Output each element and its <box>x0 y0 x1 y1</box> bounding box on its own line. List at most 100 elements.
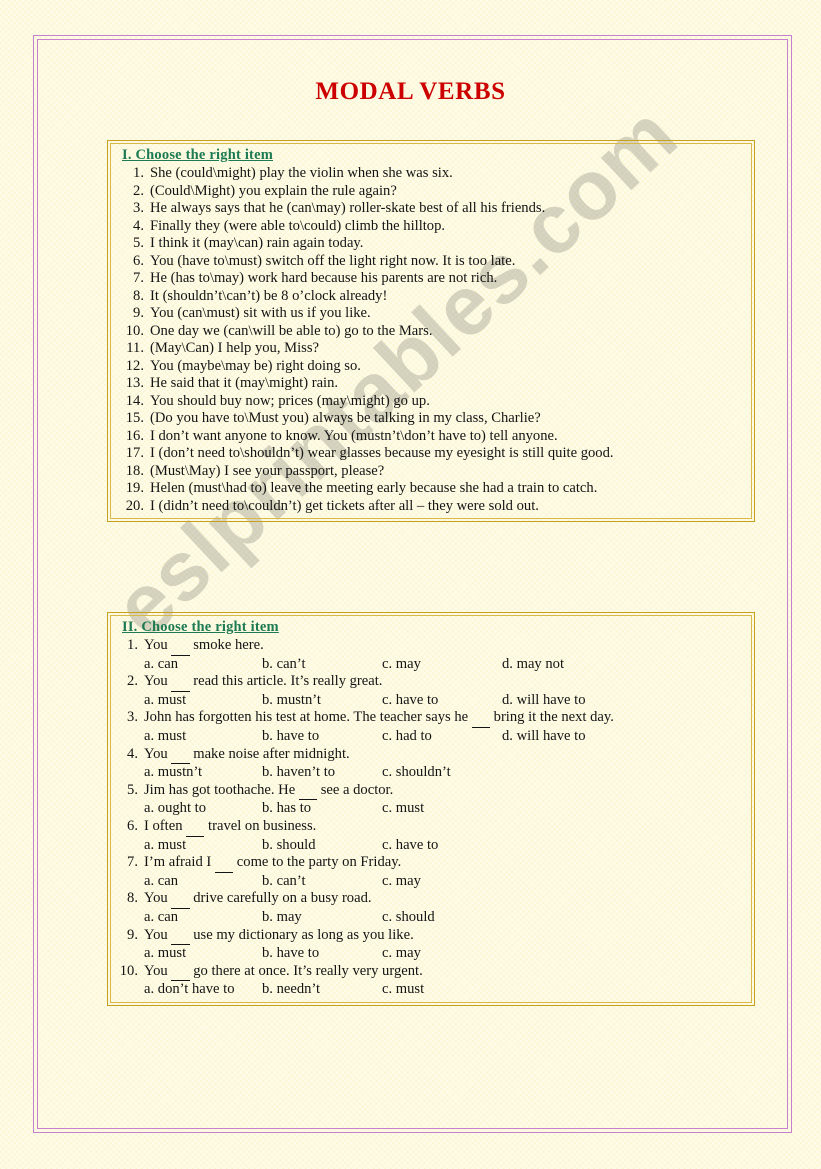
item-text: You should buy now; prices (may\might) g… <box>150 392 430 409</box>
answer-blank[interactable] <box>471 709 490 728</box>
item-text: You (can\must) sit with us if you like. <box>150 305 371 321</box>
sentence-item: 12. You (maybe\may be) right doing so. <box>114 358 748 376</box>
answer-option[interactable]: b. should <box>262 837 316 855</box>
answer-option[interactable]: b. haven’t to <box>262 764 335 782</box>
answer-option[interactable]: c. shouldn’t <box>382 764 451 782</box>
sentence-item: 9. You (can\must) sit with us if you like… <box>114 305 748 323</box>
sentence-item: 10. One day we (can\will be able to) go t… <box>114 323 748 341</box>
answer-option[interactable]: a. must <box>144 945 186 963</box>
answer-blank[interactable] <box>214 854 234 873</box>
item-number: 18. <box>125 462 144 479</box>
answer-option[interactable]: d. will have to <box>502 728 586 746</box>
section-one-heading: I. Choose the right item <box>122 147 273 163</box>
answer-blank[interactable] <box>298 782 318 801</box>
question-item: 7. I’m afraid I come to the party on Frid… <box>114 854 748 890</box>
item-number: 2. <box>133 182 144 199</box>
item-number: 15. <box>125 410 144 426</box>
sentence-item: 7. He (has to\may) work hard because his … <box>114 270 748 288</box>
answer-option[interactable]: a. mustn’t <box>144 764 202 782</box>
answer-option[interactable]: b. mustn’t <box>262 692 321 710</box>
answer-option[interactable]: d. will have to <box>502 692 586 710</box>
question-stem-before-blank: You <box>144 926 172 943</box>
answer-option[interactable]: a. must <box>144 692 186 710</box>
part-one-sentence-list: 1. She (could\might) play the violin when… <box>114 165 748 515</box>
answer-option[interactable]: a. don’t have to <box>144 981 235 999</box>
item-number: 10. <box>125 322 144 339</box>
answer-option[interactable]: c. should <box>382 909 435 927</box>
item-number: 5. <box>133 235 144 251</box>
question-text: 7. I’m afraid I come to the party on Frid… <box>114 854 748 873</box>
question-stem-after-blank: bring it the next day. <box>490 709 614 726</box>
part-two-question-list: 1. You smoke here. a. can b. can’t c. may d. … <box>114 637 748 999</box>
answer-option[interactable]: c. have to <box>382 837 438 855</box>
item-number: 1. <box>133 165 144 181</box>
answer-option[interactable]: a. must <box>144 837 186 855</box>
answer-option[interactable]: c. must <box>382 981 424 999</box>
answer-option[interactable]: b. may <box>262 909 302 927</box>
answer-blank[interactable] <box>171 963 190 982</box>
answer-option[interactable]: c. have to <box>382 692 438 710</box>
question-stem-after-blank: use my dictionary as long as you like. <box>189 926 414 943</box>
question-item: 3. John has forgotten his test at home. T… <box>114 709 748 745</box>
item-text: She (could\might) play the violin when s… <box>150 165 453 181</box>
question-stem-before-blank: I often <box>144 817 187 834</box>
answer-blank[interactable] <box>171 746 190 765</box>
answer-option[interactable]: c. must <box>382 800 424 818</box>
question-item: 9. You use my dictionary as long as you l… <box>114 927 748 963</box>
answer-blank[interactable] <box>171 637 190 656</box>
sentence-item: 3. He always says that he (can\may) rolle… <box>114 200 748 218</box>
option-row: a. must b. mustn’t c. have to d. will have … <box>114 692 748 710</box>
item-number: 8. <box>133 287 144 304</box>
sentence-item: 18. (Must\May) I see your passport, pleas… <box>114 463 748 481</box>
answer-blank[interactable] <box>186 818 205 837</box>
answer-option[interactable]: a. can <box>144 873 178 891</box>
question-item: 2. You read this article. It’s really gre… <box>114 673 748 709</box>
option-row: a. can b. can’t c. may <box>114 873 748 891</box>
item-number: 9. <box>133 305 144 321</box>
item-text: It (shouldn’t\can’t) be 8 o’clock alread… <box>150 287 388 304</box>
item-text: (Must\May) I see your passport, please? <box>150 462 385 479</box>
answer-option[interactable]: c. may <box>382 656 421 674</box>
sentence-item: 15. (Do you have to\Must you) always be t… <box>114 410 748 428</box>
item-text: One day we (can\will be able to) go to t… <box>150 322 433 339</box>
item-text: I (don’t need to\shouldn’t) wear glasses… <box>150 445 614 461</box>
question-item: 10. You go there at once. It’s really ver… <box>114 963 748 999</box>
answer-option[interactable]: c. may <box>382 873 421 891</box>
answer-option[interactable]: b. have to <box>262 728 319 746</box>
item-text: Helen (must\had to) leave the meeting ea… <box>150 480 598 496</box>
question-item: 1. You smoke here. a. can b. can’t c. may d. … <box>114 637 748 673</box>
question-stem-before-blank: Jim has got toothache. He <box>144 781 299 798</box>
answer-blank[interactable] <box>171 673 190 692</box>
item-text: You (maybe\may be) right doing so. <box>150 357 361 374</box>
sentence-item: 14. You should buy now; prices (may\might… <box>114 393 748 411</box>
answer-option[interactable]: c. had to <box>382 728 432 746</box>
answer-option[interactable]: a. can <box>144 909 178 927</box>
answer-option[interactable]: b. has to <box>262 800 311 818</box>
answer-option[interactable]: d. may not <box>502 656 564 674</box>
answer-option[interactable]: b. can’t <box>262 873 306 891</box>
question-stem-before-blank: You <box>144 890 172 907</box>
question-stem-before-blank: I’m afraid I <box>144 854 215 871</box>
answer-option[interactable]: a. must <box>144 728 186 746</box>
question-number: 10. <box>119 962 138 979</box>
answer-option[interactable]: c. may <box>382 945 421 963</box>
question-number: 7. <box>127 854 138 871</box>
question-stem-before-blank: You <box>144 745 172 762</box>
item-number: 6. <box>133 252 144 269</box>
question-stem-after-blank: come to the party on Friday. <box>233 854 402 871</box>
sentence-item: 4. Finally they (were able to\could) clim… <box>114 218 748 236</box>
answer-option[interactable]: b. can’t <box>262 656 306 674</box>
answer-option[interactable]: a. ought to <box>144 800 206 818</box>
answer-option[interactable]: a. can <box>144 656 178 674</box>
question-item: 8. You drive carefully on a busy road. a. … <box>114 890 748 926</box>
item-text: (Do you have to\Must you) always be talk… <box>150 410 541 426</box>
answer-option[interactable]: b. have to <box>262 945 319 963</box>
answer-option[interactable]: b. needn’t <box>262 981 320 999</box>
question-text: 1. You smoke here. <box>114 637 748 656</box>
question-stem-after-blank: make noise after midnight. <box>189 745 350 762</box>
item-text: (May\Can) I help you, Miss? <box>150 340 320 356</box>
answer-blank[interactable] <box>171 890 190 909</box>
answer-blank[interactable] <box>171 927 190 946</box>
sentence-item: 1. She (could\might) play the violin when… <box>114 165 748 183</box>
item-number: 14. <box>125 392 144 409</box>
